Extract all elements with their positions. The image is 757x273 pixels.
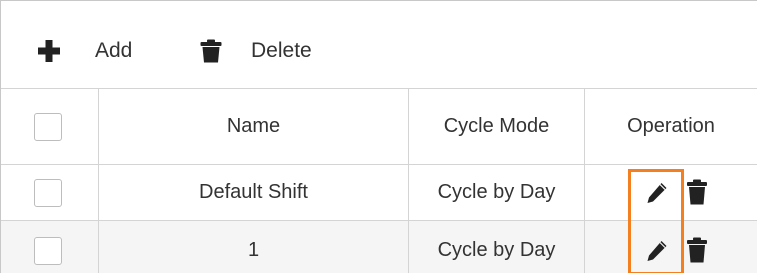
trash-icon [200, 39, 222, 63]
row-select-cell [1, 165, 99, 220]
operation-icons [585, 165, 757, 220]
trash-icon[interactable] [685, 179, 709, 205]
toolbar: Add Delete [1, 1, 757, 89]
operation-icons [585, 221, 757, 273]
cell-cycle-mode: Cycle by Day [409, 221, 585, 273]
cell-name: 1 [99, 221, 409, 273]
delete-button-label: Delete [251, 39, 312, 62]
pencil-icon[interactable] [645, 181, 669, 207]
row-checkbox[interactable] [34, 178, 62, 207]
column-header-operation: Operation [627, 115, 715, 137]
cell-operation [585, 221, 757, 273]
row-select-cell [1, 221, 99, 273]
table-row[interactable]: Default Shift Cycle by Day [1, 165, 757, 221]
shift-list-panel: Add Delete Name Cycle Mode Operation Def… [0, 0, 757, 273]
table-header-row: Name Cycle Mode Operation [1, 89, 757, 165]
select-all-checkbox[interactable] [34, 112, 62, 141]
table-row[interactable]: 1 Cycle by Day [1, 221, 757, 273]
add-button-label: Add [95, 39, 133, 62]
cell-cycle-mode: Cycle by Day [409, 165, 585, 220]
delete-button[interactable]: Delete [199, 36, 312, 66]
cell-operation [585, 165, 757, 220]
add-button[interactable]: Add [37, 36, 132, 66]
pencil-icon[interactable] [645, 239, 669, 265]
cell-name: Default Shift [99, 165, 409, 220]
trash-icon[interactable] [685, 237, 709, 263]
header-select-cell [1, 89, 99, 164]
column-header-name[interactable]: Name [99, 89, 409, 164]
plus-icon [38, 40, 60, 62]
column-header-cycle-mode[interactable]: Cycle Mode [409, 89, 585, 164]
row-checkbox[interactable] [34, 236, 62, 265]
